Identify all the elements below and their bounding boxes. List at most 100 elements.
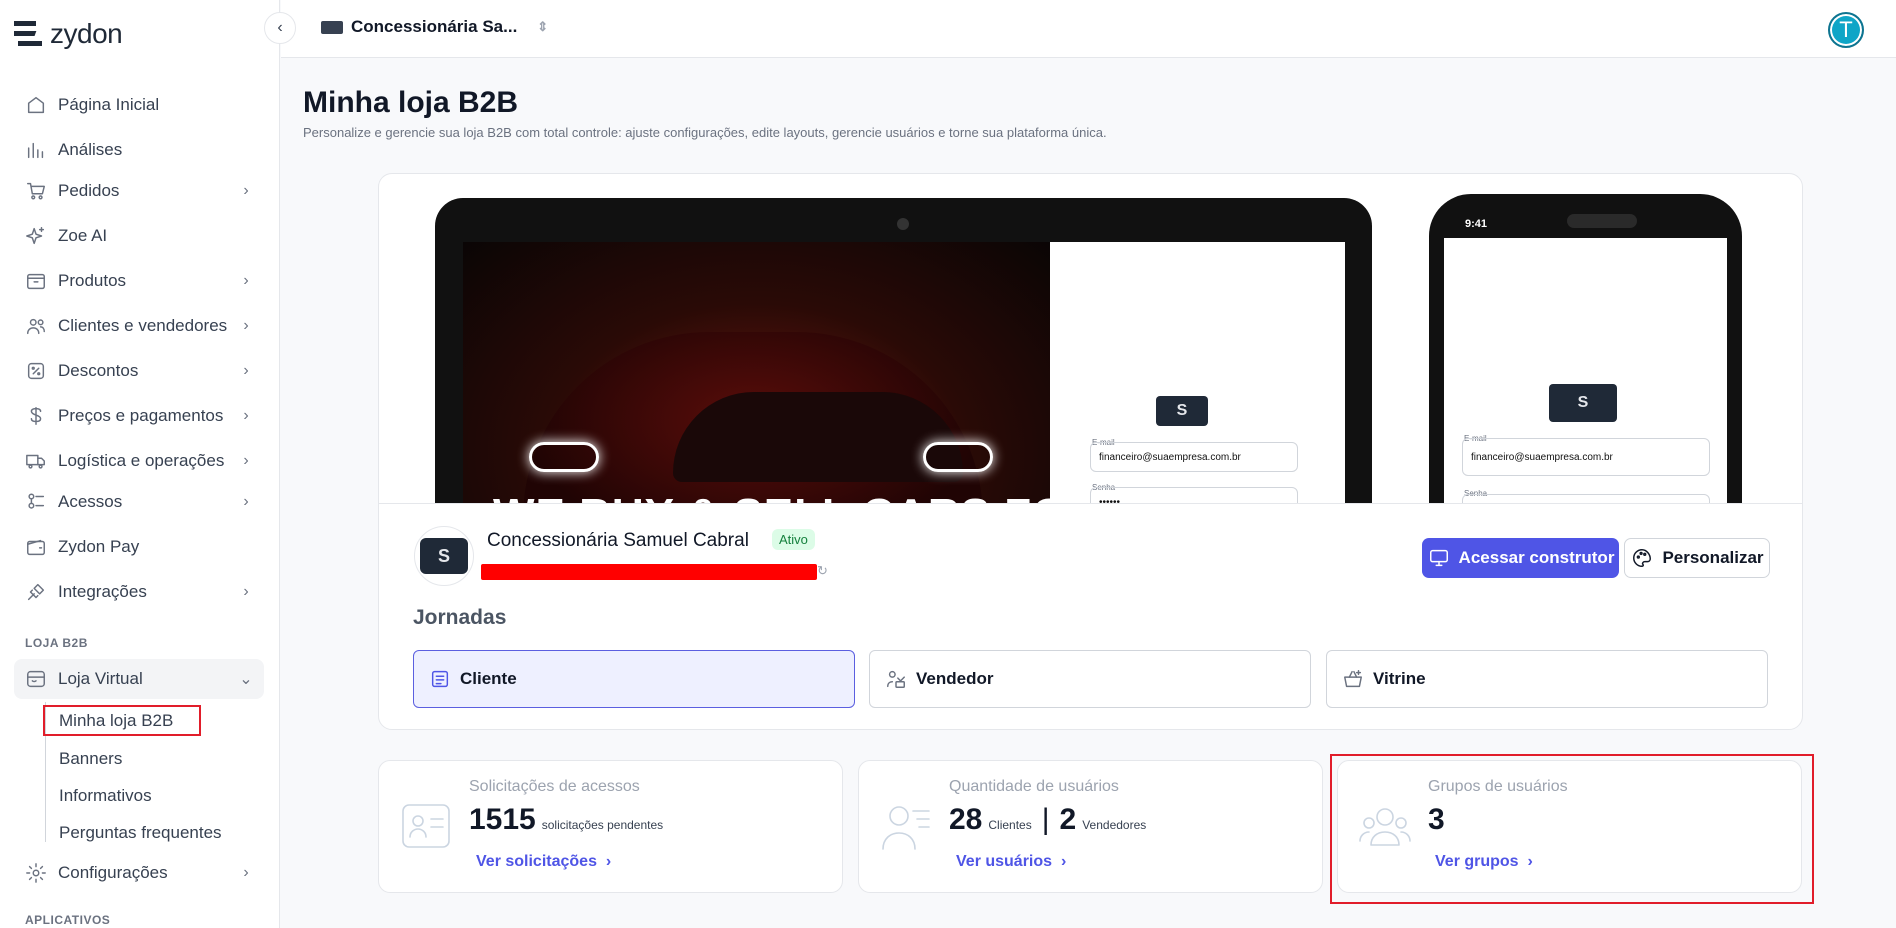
sidebar-item-analises[interactable]: Análises [14, 130, 264, 170]
sidebar: zydon Página Inicial Análises Pedidos › … [0, 0, 280, 928]
access-builder-button[interactable]: Acessar construtor [1422, 538, 1619, 578]
store-url-redacted [481, 564, 817, 580]
sidebar-item-acessos[interactable]: Acessos › [14, 482, 264, 522]
phone-screen: S E-mail financeiro@suaempresa.com.br Se… [1444, 238, 1727, 503]
section-label-aplicativos: APLICATIVOS [25, 913, 111, 927]
sidebar-item-label: Acessos [58, 492, 123, 511]
customize-button[interactable]: Personalizar [1624, 538, 1770, 578]
sidebar-item-zydon-pay[interactable]: Zydon Pay [14, 527, 264, 567]
email-preview: financeiro@suaempresa.com.br [1090, 442, 1298, 472]
topbar: Concessionária Sa... ⇕ T [281, 0, 1896, 58]
zydon-logo-icon [14, 21, 42, 46]
sidebar-item-precos-pagamentos[interactable]: Preços e pagamentos › [14, 396, 264, 436]
sidebar-item-label: Produtos [58, 271, 127, 290]
dollar-icon [24, 404, 48, 428]
sidebar-item-label: Análises [58, 140, 123, 159]
stat-title: Quantidade de usuários [949, 778, 1119, 795]
highlight-box [43, 705, 201, 736]
login-preview: S E-mail financeiro@suaempresa.com.br Se… [1050, 242, 1345, 503]
sidebar-item-label: Configurações [58, 863, 168, 882]
store-selector[interactable]: Concessionária Sa... ⇕ [321, 17, 548, 37]
sidebar-subitem-banners[interactable]: Banners [59, 749, 122, 769]
sidebar-item-integracoes[interactable]: Integrações › [14, 572, 264, 612]
stat-value: 1515 solicitações pendentes [469, 803, 664, 836]
store-logo-mini: S [1156, 396, 1208, 426]
stat-card-requests: Solicitações de acessos 1515 solicitaçõe… [378, 760, 843, 893]
plug-icon [24, 580, 48, 604]
basket-icon [1341, 667, 1365, 691]
journey-vitrine[interactable]: Vitrine [1326, 650, 1768, 708]
palette-icon [1630, 546, 1654, 570]
storefront-icon [24, 667, 48, 691]
access-icon [24, 490, 48, 514]
list-icon [428, 667, 452, 691]
chevron-right-icon: › [243, 864, 249, 881]
chevron-right-icon: › [243, 317, 249, 334]
page-subtitle: Personalize e gerencie sua loja B2B com … [303, 125, 1107, 140]
store-thumb-icon [321, 20, 343, 34]
device-preview: WE BUY & SELL CARS FOR CASH S E-mail fin… [379, 174, 1802, 504]
box-icon [24, 269, 48, 293]
stat-value: 28 Clientes | 2 Vendedores [949, 803, 1147, 836]
sidebar-item-label: Descontos [58, 361, 139, 380]
store-preview-card: WE BUY & SELL CARS FOR CASH S E-mail fin… [378, 173, 1803, 730]
sidebar-item-label: Clientes e vendedores [58, 316, 228, 335]
laptop-screen: WE BUY & SELL CARS FOR CASH S E-mail fin… [463, 242, 1345, 503]
journey-cliente[interactable]: Cliente [413, 650, 855, 708]
camera-icon [897, 218, 909, 230]
sidebar-item-configuracoes[interactable]: Configurações › [14, 853, 264, 893]
sidebar-item-pedidos[interactable]: Pedidos › [14, 171, 264, 211]
monitor-icon [1427, 546, 1451, 570]
users-icon [24, 314, 48, 338]
collapse-sidebar-button[interactable]: ‹ [264, 12, 296, 44]
journey-vendedor[interactable]: Vendedor [869, 650, 1311, 708]
truck-icon [24, 449, 48, 473]
sidebar-subitem-perguntas[interactable]: Perguntas frequentes [59, 823, 222, 843]
chevron-right-icon: › [243, 407, 249, 424]
store-name: Concessionária Samuel Cabral [487, 530, 749, 551]
sidebar-item-descontos[interactable]: Descontos › [14, 351, 264, 391]
sidebar-item-pagina-inicial[interactable]: Página Inicial [14, 85, 264, 125]
user-list-icon [879, 799, 933, 853]
bar-chart-icon [24, 138, 48, 162]
password-preview: •••••• [1090, 487, 1298, 503]
sidebar-item-produtos[interactable]: Produtos › [14, 261, 264, 301]
refresh-icon[interactable]: ↻ [817, 563, 828, 579]
page-title: Minha loja B2B [303, 86, 519, 119]
avatar[interactable]: T [1828, 12, 1864, 48]
phone-time: 9:41 [1465, 218, 1488, 230]
view-requests-link[interactable]: Ver solicitações › [476, 853, 611, 871]
sidebar-subitem-informativos[interactable]: Informativos [59, 786, 152, 806]
sidebar-item-label: Pedidos [58, 181, 120, 200]
chevron-right-icon: › [243, 362, 249, 379]
app-logo[interactable]: zydon [14, 18, 123, 50]
journeys-title: Jornadas [413, 606, 507, 629]
store-selector-label: Concessionária Sa... [351, 17, 518, 36]
email-preview-phone: financeiro@suaempresa.com.br [1462, 438, 1710, 476]
store-logo-mini-phone: S [1549, 384, 1617, 422]
chevron-right-icon: › [243, 583, 249, 600]
home-icon [24, 93, 48, 117]
sidebar-item-clientes-vendedores[interactable]: Clientes e vendedores › [14, 306, 264, 346]
sidebar-item-loja-virtual[interactable]: Loja Virtual ⌄ [14, 659, 264, 699]
banner-image: WE BUY & SELL CARS FOR CASH [463, 242, 1241, 503]
view-users-link[interactable]: Ver usuários › [956, 853, 1066, 871]
section-label-loja-b2b: LOJA B2B [25, 636, 88, 650]
sidebar-item-label: Preços e pagamentos [58, 406, 224, 425]
sidebar-item-label: Integrações [58, 582, 147, 601]
sidebar-item-logistica[interactable]: Logística e operações › [14, 441, 264, 481]
chevron-right-icon: › [243, 493, 249, 510]
car-illustration [523, 332, 983, 503]
chevron-right-icon: › [243, 452, 249, 469]
cart-icon [24, 179, 48, 203]
laptop-mockup: WE BUY & SELL CARS FOR CASH S E-mail fin… [435, 198, 1372, 503]
discount-icon [24, 359, 48, 383]
sidebar-item-label: Zoe AI [58, 226, 108, 245]
sidebar-item-zoe-ai[interactable]: Zoe AI [14, 216, 264, 256]
sparkles-icon [24, 224, 48, 248]
wallet-icon [24, 535, 48, 559]
chevron-down-icon: ⌄ [239, 671, 253, 688]
phone-mockup: 9:41 S E-mail financeiro@suaempresa.com.… [1429, 194, 1742, 503]
sidebar-item-label: Loja Virtual [58, 669, 143, 688]
stat-card-users: Quantidade de usuários 28 Clientes | 2 V… [858, 760, 1323, 893]
